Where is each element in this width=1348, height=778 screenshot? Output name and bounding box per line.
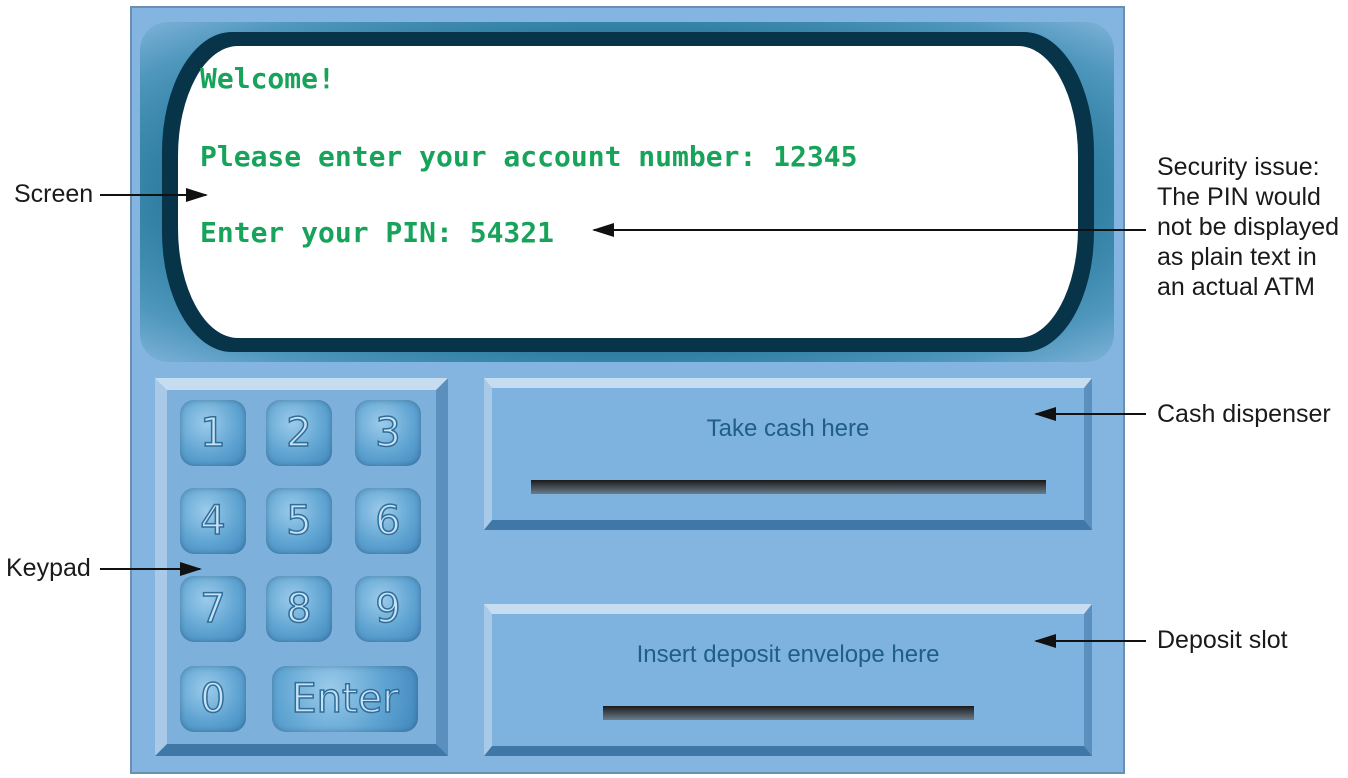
key-4[interactable]: 4 <box>180 488 246 554</box>
key-7[interactable]: 7 <box>180 576 246 642</box>
screen-callout-label: Screen <box>14 180 94 208</box>
screen-callout-arrow <box>100 188 208 202</box>
security-callout-line4: as plain text in <box>1157 243 1317 271</box>
security-issue-callout: Security issue: The PIN would not be dis… <box>1157 152 1339 302</box>
screen-pin-prompt: Enter your PIN: 54321 <box>200 216 555 249</box>
key-8[interactable]: 8 <box>266 576 332 642</box>
deposit-slot-label: Insert deposit envelope here <box>636 641 940 668</box>
deposit-slot-callout-label: Deposit slot <box>1157 626 1288 654</box>
key-5[interactable]: 5 <box>266 488 332 554</box>
key-6[interactable]: 6 <box>355 488 421 554</box>
screen-welcome-text: Welcome! <box>200 62 335 95</box>
key-0[interactable]: 0 <box>180 666 246 732</box>
key-1[interactable]: 1 <box>180 400 246 466</box>
cash-dispenser-label: Take cash here <box>706 415 870 442</box>
deposit-slot-panel: Insert deposit envelope here <box>484 604 1092 756</box>
security-callout-line1: Security issue: <box>1157 153 1320 181</box>
key-3[interactable]: 3 <box>355 400 421 466</box>
deposit-envelope-slot <box>603 706 974 720</box>
key-9[interactable]: 9 <box>355 576 421 642</box>
keypad-callout-label: Keypad <box>6 554 91 582</box>
security-callout-arrow <box>592 223 1146 237</box>
deposit-slot-callout-arrow <box>1034 634 1146 648</box>
security-callout-line3: not be displayed <box>1157 213 1340 241</box>
keypad-callout-arrow <box>100 562 202 576</box>
security-callout-line2: The PIN would <box>1157 183 1321 211</box>
cash-dispenser-callout-arrow <box>1034 407 1146 421</box>
cash-dispenser-callout-label: Cash dispenser <box>1157 400 1331 428</box>
security-callout-line5: an actual ATM <box>1157 273 1315 301</box>
key-2[interactable]: 2 <box>266 400 332 466</box>
screen-account-prompt: Please enter your account number: 12345 <box>200 140 858 173</box>
cash-slot <box>531 480 1046 494</box>
enter-key[interactable]: Enter <box>272 666 418 732</box>
cash-dispenser-panel: Take cash here <box>484 378 1092 530</box>
